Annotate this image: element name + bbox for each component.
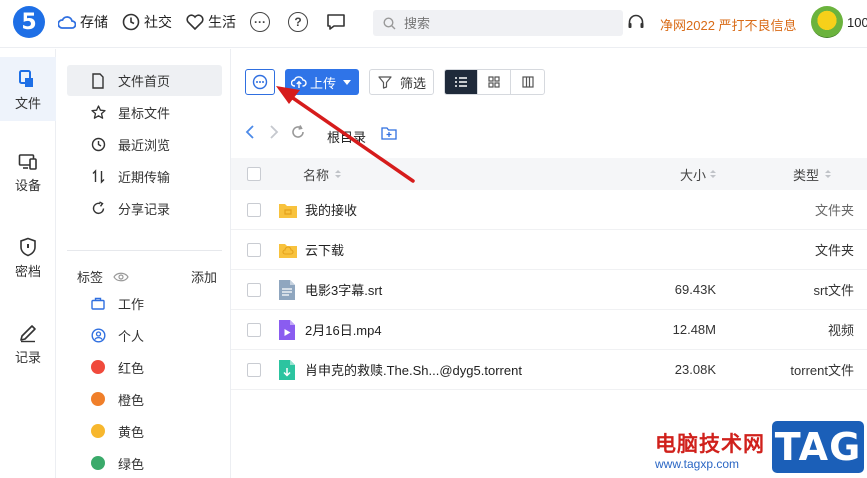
watermark-text: 电脑技术网: [655, 433, 765, 456]
annotation-arrow: [276, 86, 415, 183]
watermark-url: www.tagxp.com: [655, 457, 740, 471]
watermark-logo: TAG: [772, 421, 864, 473]
